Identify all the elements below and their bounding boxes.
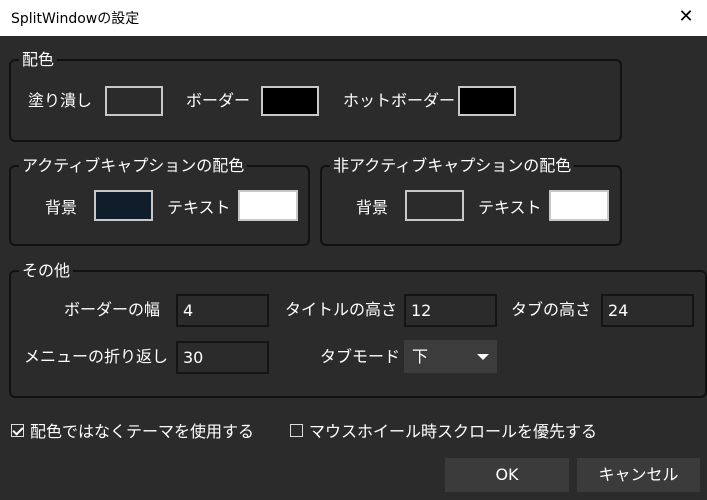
menu-wrap-label: メニューの折り返し bbox=[24, 347, 169, 366]
active-text-color-swatch[interactable] bbox=[238, 190, 298, 221]
wheel-scroll-checkbox[interactable]: マウスホイール時スクロールを優先する bbox=[290, 418, 597, 442]
tab-mode-value: 下 bbox=[412, 347, 429, 366]
inactive-caption-legend: 非アクティブキャプションの配色 bbox=[330, 157, 575, 175]
inactive-text-color-swatch[interactable] bbox=[549, 190, 609, 221]
tab-mode-select[interactable]: 下 bbox=[404, 340, 497, 373]
active-text-label: テキスト bbox=[167, 198, 231, 217]
fill-color-swatch[interactable] bbox=[105, 86, 163, 116]
other-legend: その他 bbox=[19, 262, 74, 280]
checkbox-checked-icon[interactable] bbox=[11, 423, 24, 437]
inactive-bg-label: 背景 bbox=[356, 198, 389, 217]
title-height-label: タイトルの高さ bbox=[285, 300, 398, 319]
hot-border-color-swatch[interactable] bbox=[458, 86, 516, 116]
border-label: ボーダー bbox=[186, 91, 251, 110]
tab-height-input[interactable]: 24 bbox=[601, 294, 694, 327]
title-bar: SplitWindowの設定 ✕ bbox=[0, 0, 707, 36]
cancel-button[interactable]: キャンセル bbox=[577, 458, 700, 492]
title-height-input[interactable]: 12 bbox=[404, 294, 497, 327]
border-width-label: ボーダーの幅 bbox=[64, 300, 161, 319]
active-bg-label: 背景 bbox=[45, 198, 78, 217]
tab-height-label: タブの高さ bbox=[511, 300, 592, 319]
use-theme-checkbox[interactable]: 配色ではなくテーマを使用する bbox=[11, 418, 254, 442]
close-icon[interactable]: ✕ bbox=[670, 2, 702, 32]
color-group-legend: 配色 bbox=[19, 51, 58, 69]
checkbox-unchecked-icon[interactable] bbox=[290, 423, 303, 437]
window-title: SplitWindowの設定 bbox=[11, 11, 140, 27]
wheel-scroll-label: マウスホイール時スクロールを優先する bbox=[309, 422, 598, 441]
hot-border-label: ホットボーダー bbox=[343, 91, 456, 110]
active-bg-color-swatch[interactable] bbox=[94, 190, 153, 221]
border-color-swatch[interactable] bbox=[261, 86, 319, 116]
use-theme-label: 配色ではなくテーマを使用する bbox=[30, 422, 255, 441]
inactive-text-label: テキスト bbox=[478, 198, 542, 217]
inactive-bg-color-swatch[interactable] bbox=[405, 190, 464, 221]
fill-label: 塗り潰し bbox=[28, 91, 93, 110]
active-caption-legend: アクティブキャプションの配色 bbox=[19, 157, 248, 175]
border-width-input[interactable]: 4 bbox=[176, 294, 269, 327]
chevron-down-icon bbox=[477, 354, 489, 360]
menu-wrap-input[interactable]: 30 bbox=[176, 341, 269, 374]
other-group bbox=[9, 270, 707, 398]
ok-button[interactable]: OK bbox=[445, 458, 569, 492]
tab-mode-label: タブモード bbox=[320, 347, 401, 366]
